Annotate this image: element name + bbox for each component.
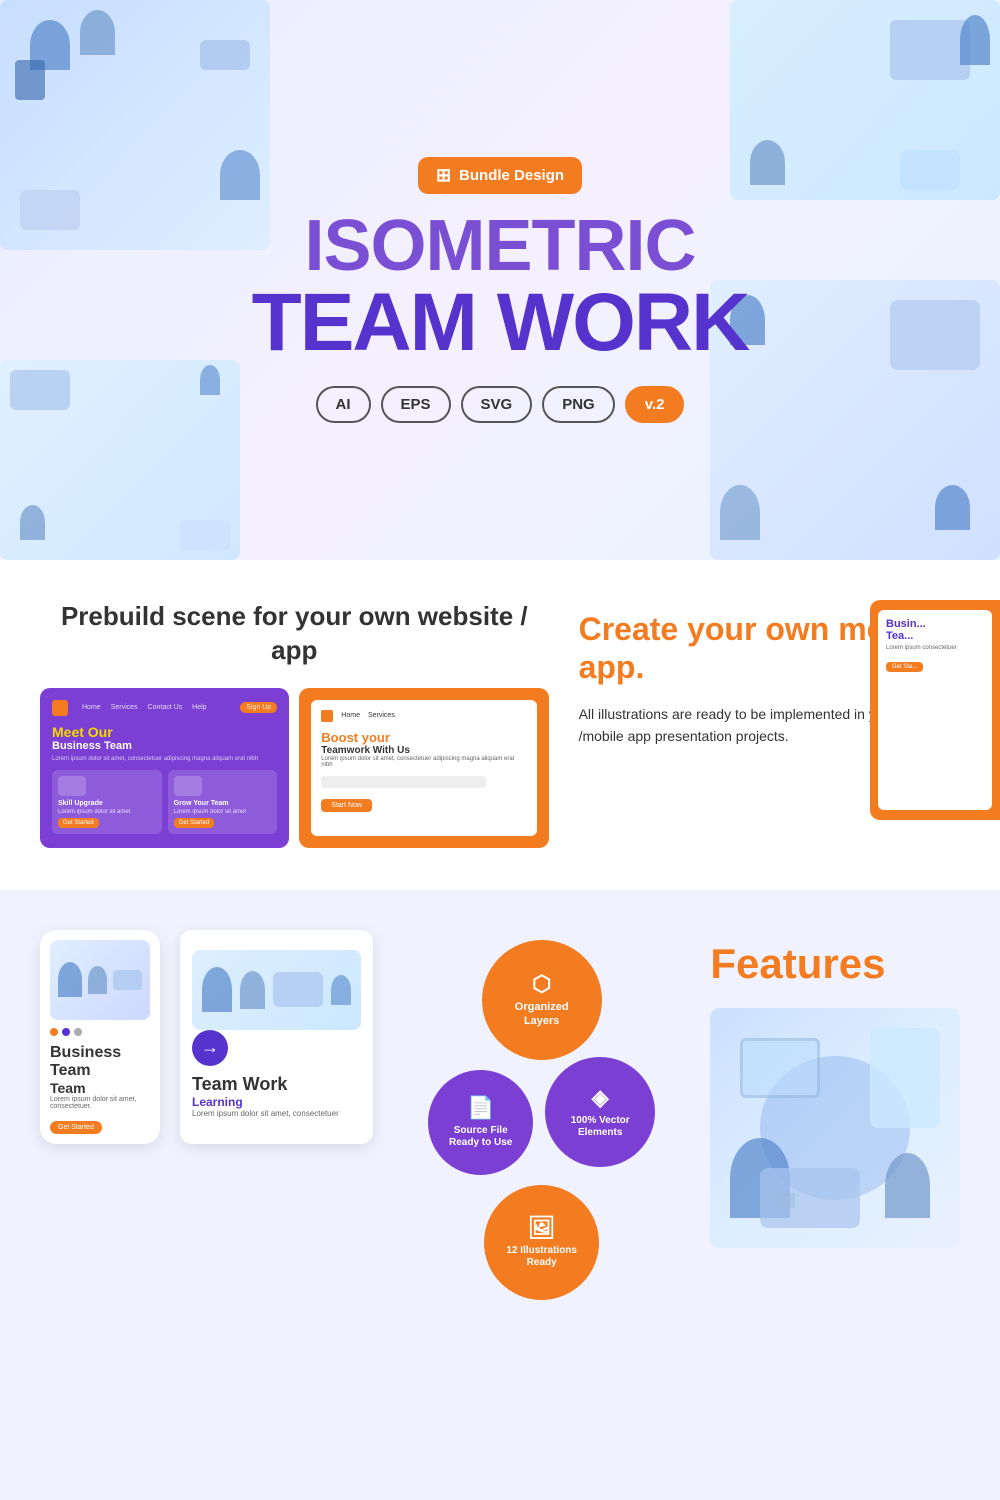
bubble-label-source: Source FileReady to Use [443, 1125, 518, 1149]
hero-title: ISOMETRIC TEAM WORK [252, 210, 749, 364]
features-title: Features [710, 940, 960, 988]
phone-preview: Business Team Team Lorem ipsum dolor sit… [40, 930, 160, 1144]
bubble-label-illustrations: 12 IllustrationsReady [500, 1245, 583, 1269]
format-svg: SVG [461, 386, 533, 423]
phone-status-dots [50, 1028, 150, 1036]
illustrations-icon: 🖼 [528, 1215, 556, 1241]
format-png: PNG [542, 386, 615, 423]
format-version: v.2 [625, 386, 685, 423]
mockup-cards: Skill Upgrade Lorem ipsum dolor sit amet… [52, 770, 277, 834]
card2-btn: Get Started [174, 818, 215, 828]
device-previews: Business Team Team Lorem ipsum dolor sit… [40, 930, 373, 1144]
vector-icon: ◈ [592, 1085, 609, 1111]
card1-title: Skill Upgrade [58, 800, 156, 807]
hero-title-line1: ISOMETRIC [252, 210, 749, 282]
middle-section: Prebuild scene for your own website / ap… [0, 560, 1000, 890]
tablet-desc: Lorem ipsum dolor sit amet, consectetuer [192, 1109, 361, 1118]
mobile-preview-btn: Get Sta... [886, 662, 923, 672]
mobile-preview-title: Busin...Tea... [886, 618, 984, 642]
app-cta-btn: Start Now [321, 799, 372, 812]
app-search-bar [321, 776, 485, 788]
bubble-source-file: 📄 Source FileReady to Use [428, 1070, 533, 1175]
card2-icon [174, 776, 202, 796]
card1-desc: Lorem ipsum dolor sit amet [58, 809, 156, 815]
tablet-preview: → Team Work Learning Lorem ipsum dolor s… [180, 930, 373, 1144]
features-left: Business Team Team Lorem ipsum dolor sit… [40, 930, 373, 1300]
card2-desc: Lorem ipsum dolor sit amet [174, 809, 272, 815]
bubbles-middle-row: 📄 Source FileReady to Use ◈ 100% VectorE… [428, 1070, 655, 1175]
mockup-signup-btn: Sign Up [240, 702, 277, 713]
prebuild-title-plain: your own website / app [271, 601, 527, 665]
prebuild-left: Prebuild scene for your own website / ap… [40, 600, 549, 860]
hero-illustration-top-right [730, 0, 1000, 200]
bubble-label-vector: 100% VectorElements [565, 1115, 636, 1139]
mockup-desc: Lorem ipsum dolor sit amet, consectetuer… [52, 756, 277, 762]
card1-icon [58, 776, 86, 796]
phone-desc: Lorem ipsum dolor sit amet, consectetuer… [50, 1096, 150, 1110]
brand-badge: ⊞ Bundle Design [418, 157, 582, 194]
dot-1 [50, 1028, 58, 1036]
phone-title: Business Team [50, 1044, 150, 1080]
card2-title: Grow Your Team [174, 800, 272, 807]
mobile-preview-right: Busin...Tea... Lorem ipsum consectetuer … [870, 600, 1000, 820]
tablet-title: Team Work [192, 1074, 361, 1095]
format-ai: AI [316, 386, 371, 423]
phone-illus [50, 940, 150, 1020]
format-eps: EPS [381, 386, 451, 423]
brand-name: Bundle Design [459, 167, 564, 184]
mobile-preview-desc: Lorem ipsum consectetuer [886, 645, 984, 651]
tablet-subtitle: Learning [192, 1095, 361, 1109]
dot-2 [62, 1028, 70, 1036]
hero-title-line2: TEAM WORK [252, 282, 749, 364]
create-section: Create your own mobile app. All illustra… [579, 600, 960, 764]
phone-title-2: Team [50, 1080, 150, 1096]
hero-illustration-bottom-left [0, 360, 240, 560]
mobile-preview-inner: Busin...Tea... Lorem ipsum consectetuer … [878, 610, 992, 810]
brand-icon: ⊞ [436, 165, 451, 186]
source-file-icon: 📄 [467, 1095, 494, 1121]
features-illustration [710, 1008, 960, 1248]
dot-3 [74, 1028, 82, 1036]
mockup-card-1: Skill Upgrade Lorem ipsum dolor sit amet… [52, 770, 162, 834]
app-heading: Boost your [321, 730, 526, 745]
feature-bubbles: ⬡ OrganizedLayers 📄 Source FileReady to … [403, 930, 680, 1300]
website-mockup-inner: Home Services Contact Us Help Sign Up Me… [40, 688, 289, 848]
hero-section: ⊞ Bundle Design ISOMETRIC TEAM WORK AI E… [0, 0, 1000, 560]
bubble-vector: ◈ 100% VectorElements [545, 1057, 655, 1167]
mockups-row: Home Services Contact Us Help Sign Up Me… [40, 688, 549, 860]
mockup-card-2: Grow Your Team Lorem ipsum dolor sit ame… [168, 770, 278, 834]
features-right: Features [710, 930, 960, 1300]
format-badges: AI EPS SVG PNG v.2 [316, 386, 685, 423]
app-subheading: Teamwork With Us [321, 745, 526, 756]
app-nav: Home Services [321, 710, 526, 722]
website-mockup: Home Services Contact Us Help Sign Up Me… [40, 688, 289, 860]
mockup-heading: Meet Our [52, 724, 277, 740]
bubble-illustrations: 🖼 12 IllustrationsReady [484, 1185, 599, 1300]
mockup-subheading: Business Team [52, 740, 277, 752]
bubble-label-organized: OrganizedLayers [507, 1001, 577, 1027]
phone-cta-btn: Get Started [50, 1121, 102, 1134]
mockup-nav-logo [52, 700, 68, 716]
app-mockup: Home Services Boost your Teamwork With U… [299, 688, 548, 860]
hero-illustration-bottom-right [710, 280, 1000, 560]
app-desc: Lorem ipsum dolor sit amet, consectetuer… [321, 756, 526, 768]
app-mockup-white: Home Services Boost your Teamwork With U… [311, 700, 536, 836]
app-nav-logo [321, 710, 333, 722]
features-section: Business Team Team Lorem ipsum dolor sit… [0, 890, 1000, 1340]
layers-icon: ⬡ [532, 971, 551, 997]
prebuild-title-colored: Prebuild scene for [61, 601, 288, 631]
tablet-illus [192, 950, 361, 1030]
tablet-arrow-icon: → [192, 1030, 228, 1066]
prebuild-title: Prebuild scene for your own website / ap… [40, 600, 549, 668]
bubble-organized-layers: ⬡ OrganizedLayers [482, 940, 602, 1060]
card1-btn: Get Started [58, 818, 99, 828]
hero-illustration-top-left [0, 0, 270, 250]
app-mockup-inner: Home Services Boost your Teamwork With U… [299, 688, 548, 848]
mockup-nav: Home Services Contact Us Help Sign Up [52, 700, 277, 716]
